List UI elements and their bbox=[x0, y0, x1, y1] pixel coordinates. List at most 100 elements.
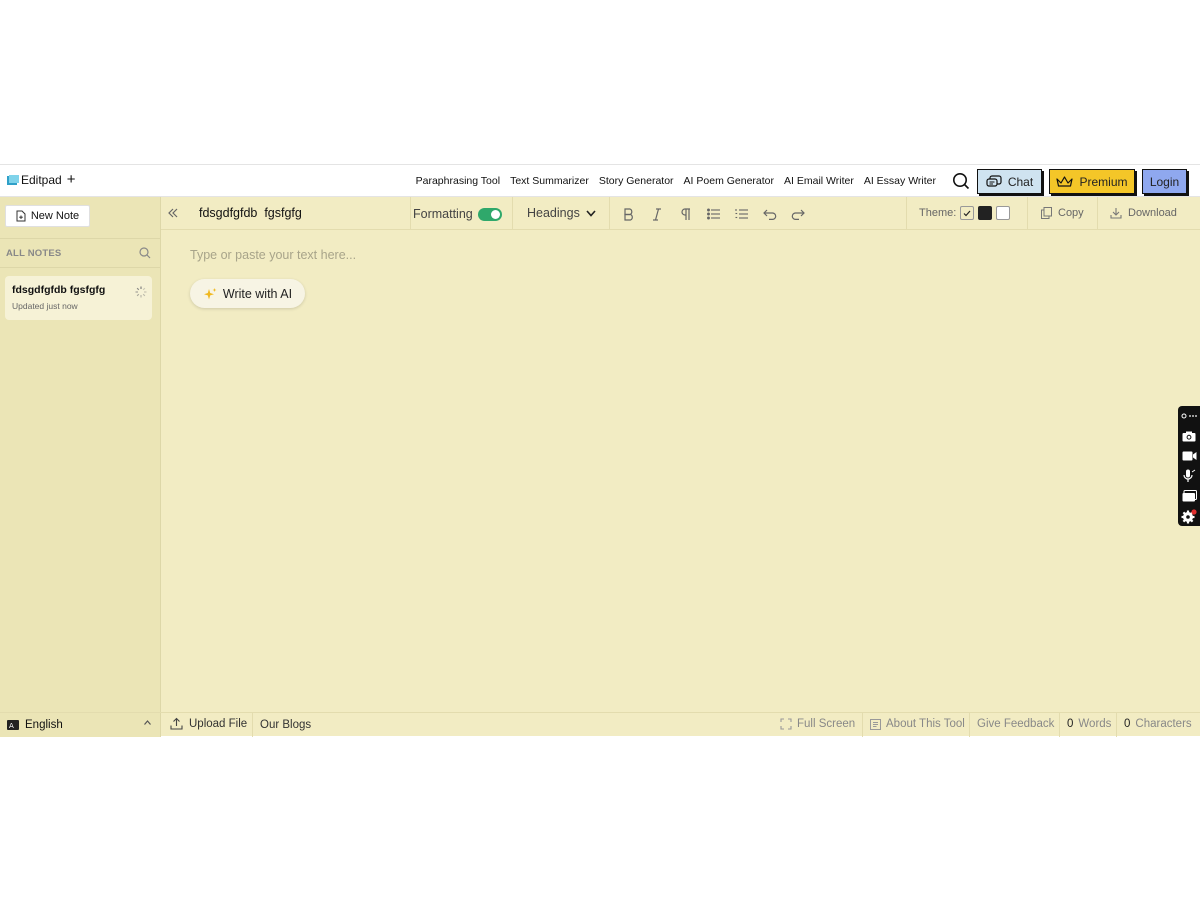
theme-picker: Theme: bbox=[919, 206, 1011, 220]
write-with-ai-button[interactable]: Write with AI bbox=[190, 279, 305, 308]
toolbar-divider bbox=[609, 197, 610, 230]
headings-dropdown[interactable]: Headings bbox=[527, 206, 596, 220]
login-button[interactable]: Login bbox=[1142, 169, 1187, 194]
brand-name: Editpad bbox=[21, 173, 62, 187]
video-camera-icon[interactable] bbox=[1181, 449, 1197, 463]
nav-link-ai-poem-generator[interactable]: AI Poem Generator bbox=[684, 175, 774, 187]
window-capture-icon[interactable] bbox=[1181, 489, 1197, 503]
nav-link-story-generator[interactable]: Story Generator bbox=[599, 175, 674, 187]
fullscreen-icon bbox=[780, 718, 792, 730]
undo-icon[interactable] bbox=[762, 206, 778, 222]
download-button[interactable]: Download bbox=[1110, 207, 1177, 219]
editpad-app: Editpad + Paraphrasing Tool Text Summari… bbox=[0, 164, 1200, 737]
word-count-label: Words bbox=[1078, 718, 1112, 730]
paragraph-icon[interactable] bbox=[677, 206, 693, 222]
nav-links: Paraphrasing Tool Text Summarizer Story … bbox=[416, 175, 936, 187]
microphone-icon[interactable] bbox=[1181, 469, 1197, 483]
camera-icon[interactable] bbox=[1181, 429, 1197, 443]
numbered-list-icon[interactable] bbox=[734, 206, 750, 222]
nav-link-ai-essay-writer[interactable]: AI Essay Writer bbox=[864, 175, 936, 187]
footer-divider bbox=[862, 713, 863, 737]
search-notes-icon[interactable] bbox=[139, 247, 151, 259]
language-selector[interactable]: A English bbox=[0, 713, 161, 737]
collapse-sidebar-icon[interactable] bbox=[167, 207, 179, 219]
word-count-value: 0 bbox=[1067, 718, 1074, 730]
notes-sidebar: New Note ALL NOTES fdsgdfgfdb fgsfgfg Up… bbox=[0, 197, 161, 736]
chat-bubbles-icon bbox=[986, 174, 1002, 187]
note-title: fdsgdfgfdb fgsfgfg bbox=[12, 284, 106, 296]
character-count-value: 0 bbox=[1124, 718, 1131, 730]
character-count: 0 Characters bbox=[1124, 718, 1192, 730]
search-icon[interactable] bbox=[952, 172, 970, 190]
editor-text-area[interactable]: Type or paste your text here... bbox=[190, 248, 356, 262]
premium-button[interactable]: Premium bbox=[1049, 169, 1135, 194]
sparkle-icon bbox=[203, 287, 217, 299]
editor-toolbar: fdsgdfgfdb fgsfgfg Formatting Headings T… bbox=[161, 197, 1200, 230]
brand-logo[interactable]: Editpad + bbox=[7, 172, 76, 187]
our-blogs-link[interactable]: Our Blogs bbox=[260, 719, 311, 731]
editor-panel: fdsgdfgfdb fgsfgfg Formatting Headings T… bbox=[161, 197, 1200, 736]
capture-widget bbox=[1178, 406, 1200, 526]
theme-swatch-light[interactable] bbox=[996, 206, 1011, 220]
write-with-ai-label: Write with AI bbox=[222, 286, 293, 301]
status-footer: A English Upload File Our Blogs Full Scr… bbox=[0, 712, 1200, 737]
settings-gear-icon[interactable] bbox=[1181, 508, 1197, 523]
about-this-tool-button[interactable]: About This Tool bbox=[870, 718, 965, 730]
note-updated: Updated just now bbox=[12, 301, 78, 311]
give-feedback-link[interactable]: Give Feedback bbox=[977, 718, 1054, 730]
italic-icon[interactable] bbox=[649, 206, 665, 222]
formatting-switch[interactable] bbox=[477, 207, 502, 221]
download-icon bbox=[1110, 208, 1122, 219]
new-note-button[interactable]: New Note bbox=[5, 205, 90, 227]
chat-button[interactable]: Chat bbox=[977, 169, 1042, 194]
toolbar-divider bbox=[906, 197, 907, 230]
footer-divider bbox=[252, 713, 253, 737]
toolbar-divider bbox=[512, 197, 513, 230]
crown-icon bbox=[1056, 175, 1074, 187]
give-feedback-label: Give Feedback bbox=[977, 718, 1055, 730]
nav-link-paraphrasing-tool[interactable]: Paraphrasing Tool bbox=[416, 175, 500, 187]
theme-label: Theme: bbox=[919, 207, 957, 219]
toolbar-divider bbox=[1027, 197, 1028, 230]
chevron-up-icon bbox=[144, 720, 151, 725]
theme-swatch-cream[interactable] bbox=[960, 206, 975, 220]
headings-label: Headings bbox=[527, 206, 580, 220]
word-count: 0 Words bbox=[1067, 718, 1111, 730]
toolbar-divider bbox=[1097, 197, 1098, 230]
bold-icon[interactable] bbox=[621, 206, 637, 222]
chat-label: Chat bbox=[1007, 174, 1034, 189]
nav-link-text-summarizer[interactable]: Text Summarizer bbox=[510, 175, 589, 187]
upload-icon bbox=[170, 717, 183, 730]
about-this-tool-label: About This Tool bbox=[886, 718, 965, 730]
new-document-plus-icon[interactable]: + bbox=[67, 172, 76, 187]
upload-file-button[interactable]: Upload File bbox=[170, 717, 247, 730]
top-navbar: Editpad + Paraphrasing Tool Text Summari… bbox=[0, 164, 1200, 197]
full-screen-label: Full Screen bbox=[797, 718, 856, 730]
character-count-label: Characters bbox=[1135, 718, 1192, 730]
copy-icon bbox=[1041, 207, 1052, 219]
premium-label: Premium bbox=[1079, 174, 1128, 189]
info-document-icon bbox=[870, 718, 881, 730]
copy-button[interactable]: Copy bbox=[1041, 207, 1084, 219]
theme-swatch-dark[interactable] bbox=[978, 206, 993, 220]
footer-divider bbox=[1116, 713, 1117, 737]
new-document-icon bbox=[16, 210, 26, 222]
all-notes-header: ALL NOTES bbox=[0, 238, 160, 268]
nav-link-ai-email-writer[interactable]: AI Email Writer bbox=[784, 175, 854, 187]
svg-text:A: A bbox=[9, 722, 14, 730]
document-title[interactable]: fdsgdfgfdb fgsfgfg bbox=[199, 206, 302, 220]
translate-icon: A bbox=[7, 720, 19, 730]
toolbar-divider bbox=[410, 197, 411, 230]
footer-divider bbox=[969, 713, 970, 737]
upload-file-label: Upload File bbox=[189, 717, 248, 730]
bullet-list-icon[interactable] bbox=[706, 206, 722, 222]
list-item[interactable]: fdsgdfgfdb fgsfgfg Updated just now bbox=[5, 276, 152, 320]
formatting-toggle[interactable]: Formatting bbox=[413, 207, 502, 221]
copy-label: Copy bbox=[1058, 207, 1084, 219]
footer-divider bbox=[1059, 713, 1060, 737]
full-screen-button[interactable]: Full Screen bbox=[780, 718, 855, 730]
redo-icon[interactable] bbox=[790, 206, 806, 222]
editpad-logo-icon bbox=[7, 174, 19, 185]
widget-menu-icon[interactable] bbox=[1181, 409, 1197, 423]
download-label: Download bbox=[1128, 207, 1177, 219]
